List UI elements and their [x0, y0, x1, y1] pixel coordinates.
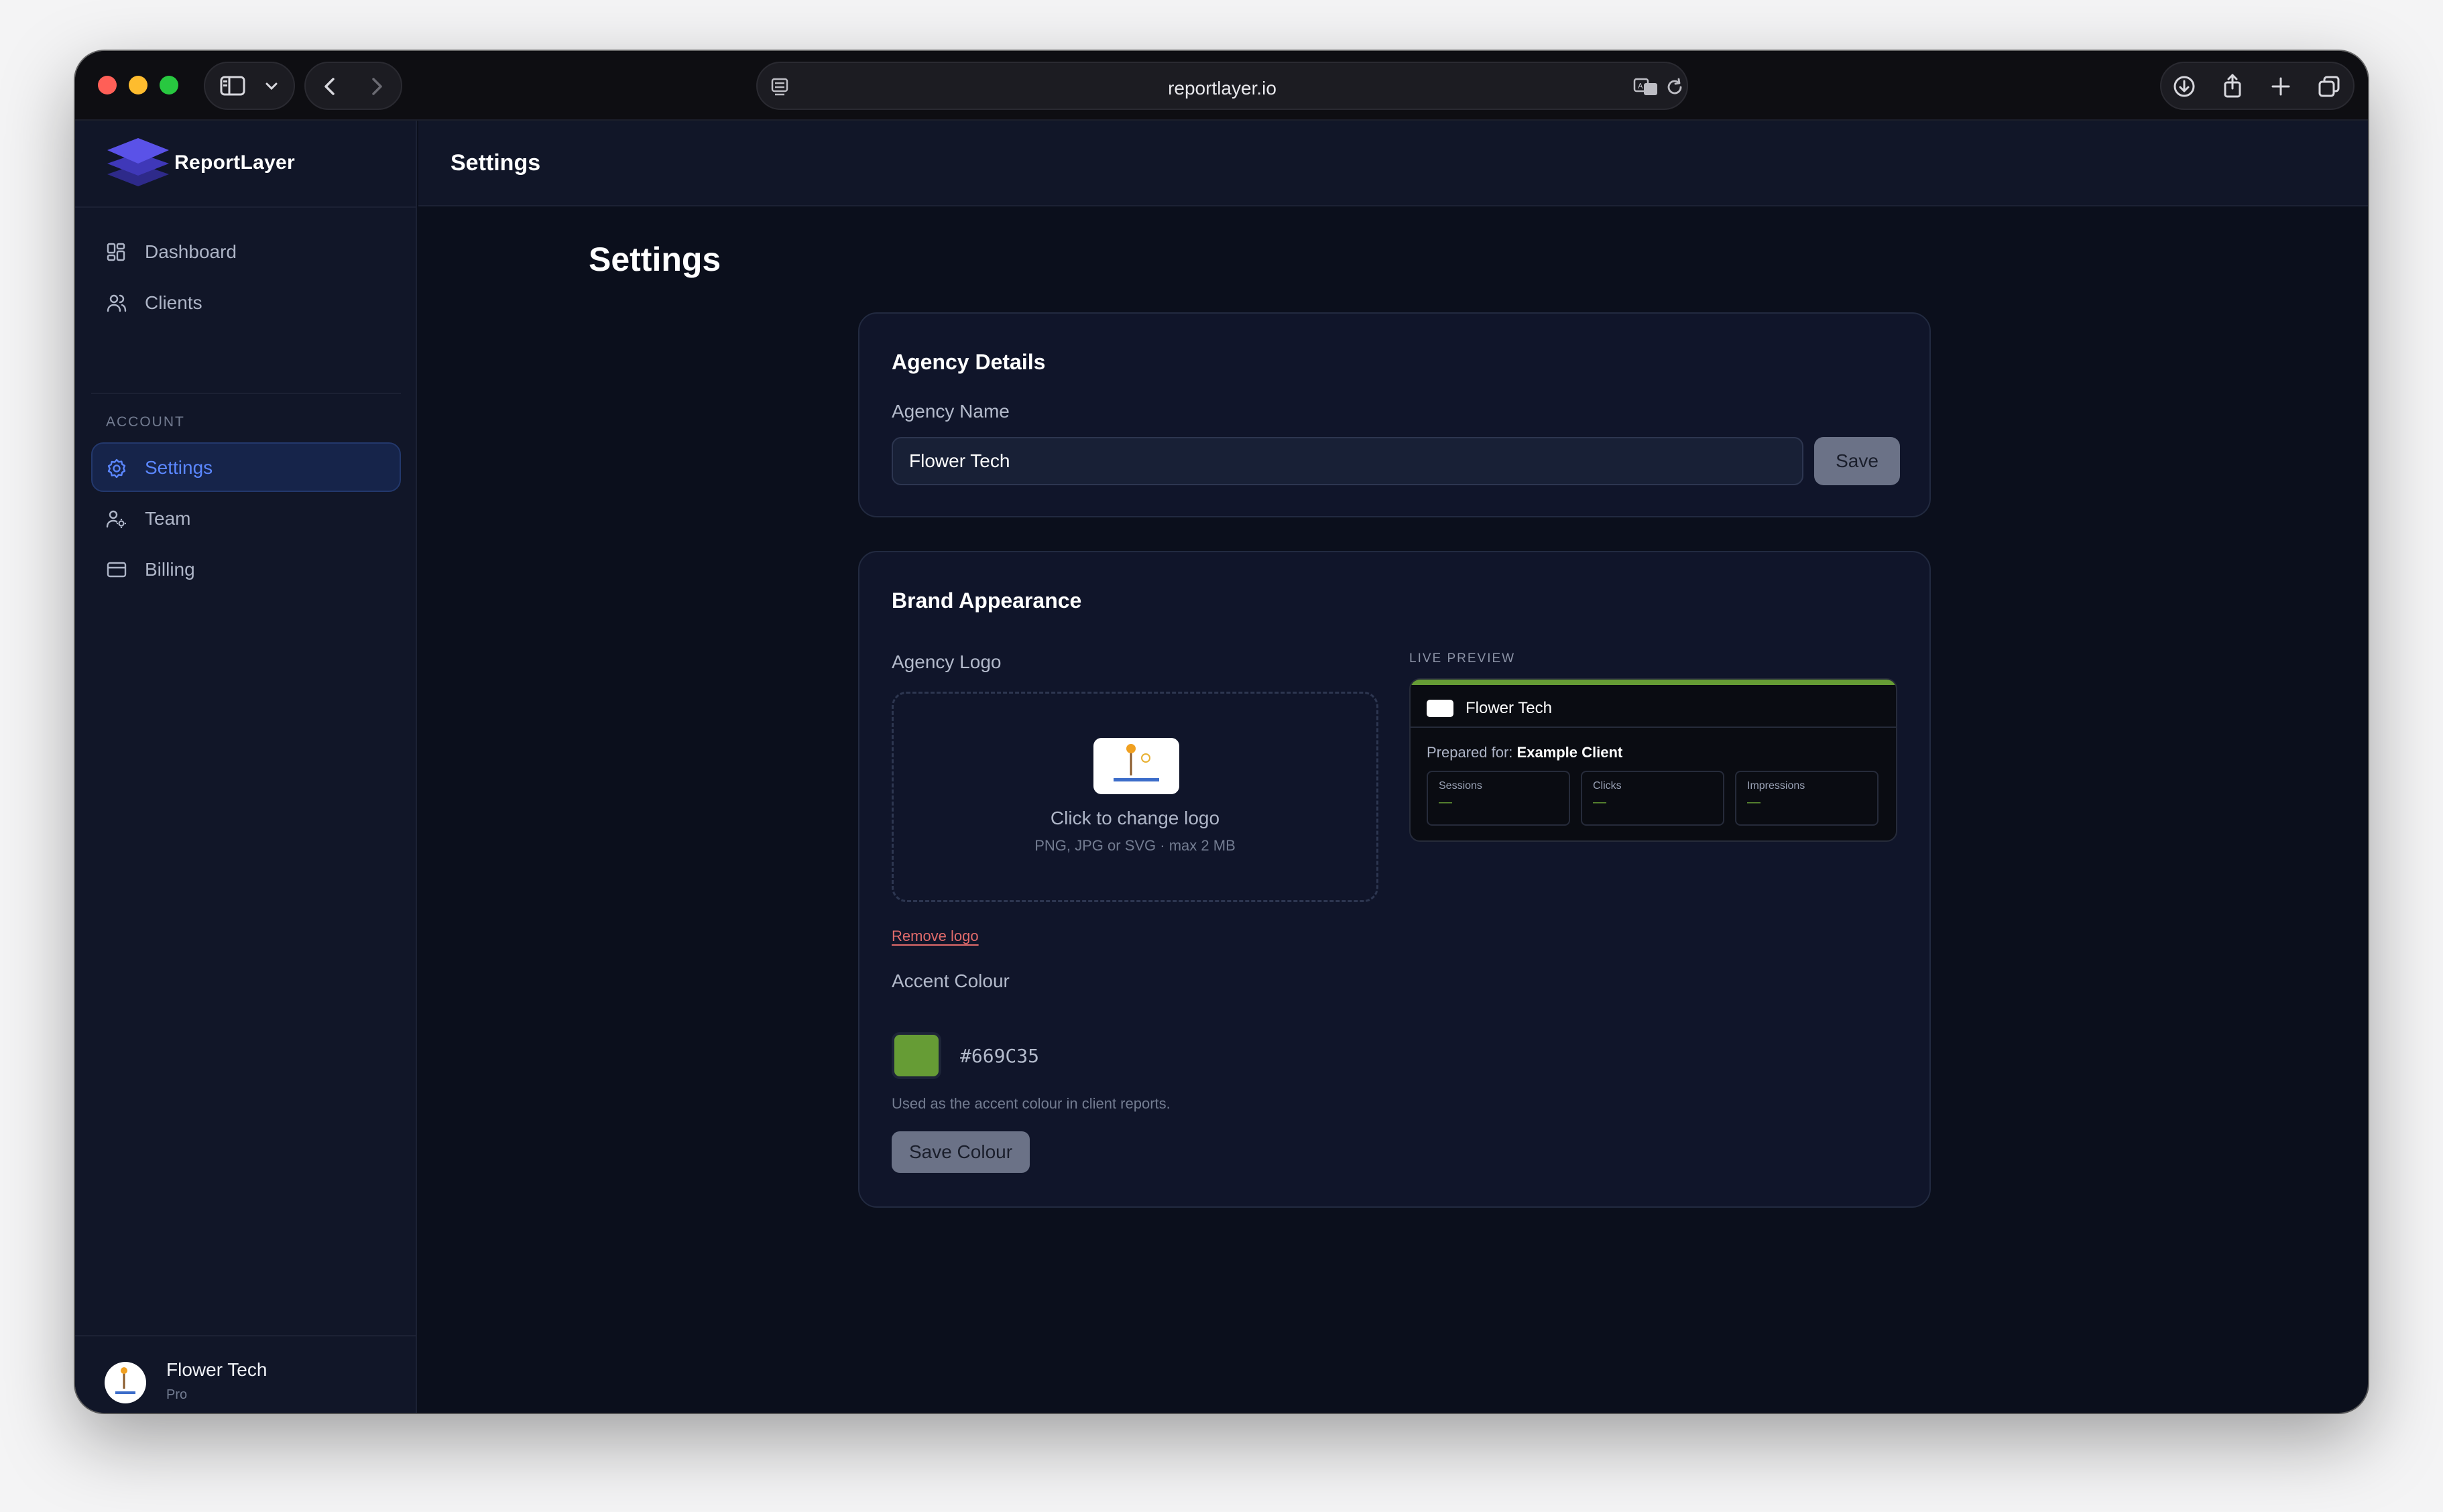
metric-impressions: Impressions —: [1735, 771, 1879, 826]
sidebar-item-team[interactable]: Team: [91, 493, 401, 543]
history-nav: [304, 62, 402, 110]
minimize-window-button[interactable]: [129, 76, 147, 94]
sidebar-item-label: Dashboard: [145, 241, 237, 262]
logo-hint: PNG, JPG or SVG · max 2 MB: [1034, 837, 1236, 854]
chevron-down-icon[interactable]: [264, 80, 279, 92]
sidebar-item-label: Team: [145, 508, 191, 529]
save-button[interactable]: Save: [1814, 437, 1900, 485]
card-title: Brand Appearance: [892, 588, 1082, 613]
forward-icon[interactable]: [365, 75, 388, 98]
card-title: Agency Details: [892, 350, 1046, 374]
download-icon[interactable]: [2172, 74, 2196, 99]
translate-icon[interactable]: A: [1633, 76, 1660, 98]
users-icon: [107, 294, 127, 312]
address-bar[interactable]: reportlayer.io A: [756, 62, 1688, 110]
sidebar: ReportLayer Dashboard Clients ACCOUNT Se…: [75, 121, 417, 1413]
metric-clicks: Clicks —: [1581, 771, 1724, 826]
team-icon: [106, 510, 126, 528]
tab-overview-icon[interactable]: [2317, 74, 2341, 99]
new-tab-icon[interactable]: [2269, 74, 2293, 99]
accent-colour-hex[interactable]: #669C35: [960, 1045, 1039, 1067]
sidebar-item-dashboard[interactable]: Dashboard: [91, 227, 401, 276]
agency-logo-image: [1093, 738, 1179, 794]
flower-logo-icon: [115, 1367, 135, 1394]
browser-window: reportlayer.io A ReportLayer Dashboard C…: [75, 51, 2368, 1413]
change-logo-text: Click to change logo: [1050, 808, 1220, 828]
report-preview: Flower Tech Prepared for: Example Client…: [1409, 678, 1897, 842]
share-icon[interactable]: [2220, 73, 2245, 99]
sidebar-section-label: ACCOUNT: [106, 414, 185, 430]
preview-header: Flower Tech: [1411, 685, 1896, 728]
preview-logo: [1427, 700, 1453, 717]
metric-value: —: [1439, 795, 1452, 810]
accent-colour-swatch[interactable]: [892, 1032, 941, 1079]
metric-value: —: [1593, 795, 1606, 810]
metric-label: Clicks: [1593, 780, 1622, 792]
sidebar-item-label: Billing: [145, 559, 195, 580]
sidebar-item-label: Clients: [145, 292, 202, 313]
logo-dropzone[interactable]: Click to change logo PNG, JPG or SVG · m…: [892, 692, 1378, 902]
sidebar-divider: [75, 1335, 417, 1336]
card-icon: [107, 562, 127, 578]
save-colour-button[interactable]: Save Colour: [892, 1131, 1030, 1173]
sidebar-icon: [220, 76, 245, 96]
agency-name-label: Agency Name: [892, 401, 1010, 422]
brand-name: ReportLayer: [174, 151, 296, 174]
reload-icon[interactable]: [1664, 76, 1685, 98]
metric-label: Sessions: [1439, 780, 1482, 792]
accent-colour-help: Used as the accent colour in client repo…: [892, 1095, 1171, 1112]
browser-toolbar: reportlayer.io A: [75, 51, 2368, 121]
agency-details-card: Agency Details Agency Name Save: [858, 312, 1931, 517]
top-bar-title: Settings: [451, 150, 541, 176]
prepared-prefix: Prepared for:: [1427, 744, 1513, 761]
metric-sessions: Sessions —: [1427, 771, 1570, 826]
grid-icon: [107, 243, 125, 261]
client-name: Example Client: [1516, 744, 1623, 761]
preview-agency-name: Flower Tech: [1466, 699, 1552, 717]
sidebar-item-billing[interactable]: Billing: [91, 544, 401, 594]
user-name: Flower Tech: [166, 1359, 267, 1380]
avatar[interactable]: [105, 1362, 146, 1403]
accent-colour-label: Accent Colour: [892, 970, 1010, 991]
brand-appearance-card: Brand Appearance Agency Logo Click to ch…: [858, 551, 1931, 1208]
sidebar-item-settings[interactable]: Settings: [91, 442, 401, 492]
svg-text:A: A: [1638, 82, 1643, 90]
close-window-button[interactable]: [98, 76, 117, 94]
back-icon[interactable]: [319, 75, 342, 98]
top-bar: Settings: [418, 121, 2368, 206]
agency-logo-label: Agency Logo: [892, 651, 1002, 672]
flower-logo-icon: [1114, 744, 1159, 781]
brand-logo[interactable]: ReportLayer: [106, 137, 394, 190]
browser-actions: [2160, 62, 2355, 110]
agency-name-input[interactable]: [892, 437, 1803, 485]
page-title: Settings: [589, 241, 721, 278]
gear-icon: [107, 458, 126, 479]
url-text: reportlayer.io: [1168, 78, 1276, 99]
prepared-for-text: Prepared for: Example Client: [1427, 744, 1622, 761]
sidebar-item-label: Settings: [145, 457, 213, 478]
sidebar-divider: [91, 393, 401, 394]
metric-label: Impressions: [1747, 780, 1805, 792]
remove-logo-link[interactable]: Remove logo: [892, 928, 979, 945]
accent-bar: [1411, 680, 1896, 685]
live-preview-label: LIVE PREVIEW: [1409, 651, 1516, 666]
sidebar-toggle-button[interactable]: [204, 62, 295, 110]
user-plan: Pro: [166, 1387, 188, 1402]
sidebar-divider: [75, 206, 417, 208]
sidebar-item-clients[interactable]: Clients: [91, 277, 401, 327]
layers-logo-icon: [107, 138, 169, 186]
metric-value: —: [1747, 795, 1761, 810]
zoom-window-button[interactable]: [160, 76, 178, 94]
